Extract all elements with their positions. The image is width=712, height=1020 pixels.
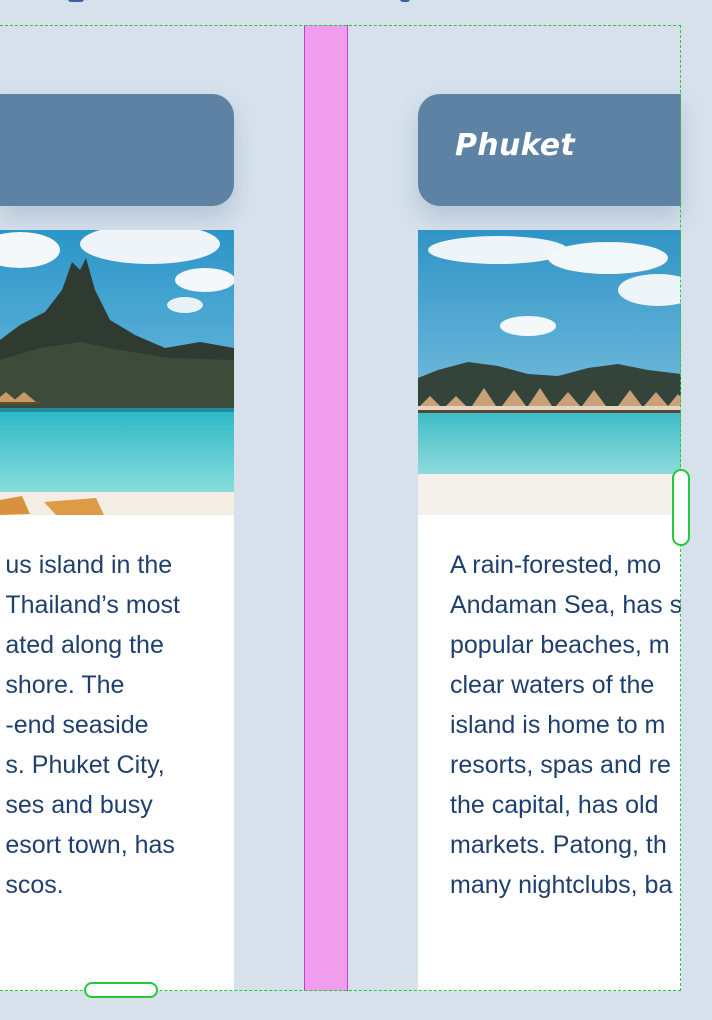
offscreen-element-fragment xyxy=(400,0,410,2)
selection-outline xyxy=(0,25,681,991)
offscreen-element-fragment xyxy=(68,0,84,2)
bottom-resize-handle[interactable] xyxy=(84,982,158,998)
right-resize-handle[interactable] xyxy=(672,469,690,546)
